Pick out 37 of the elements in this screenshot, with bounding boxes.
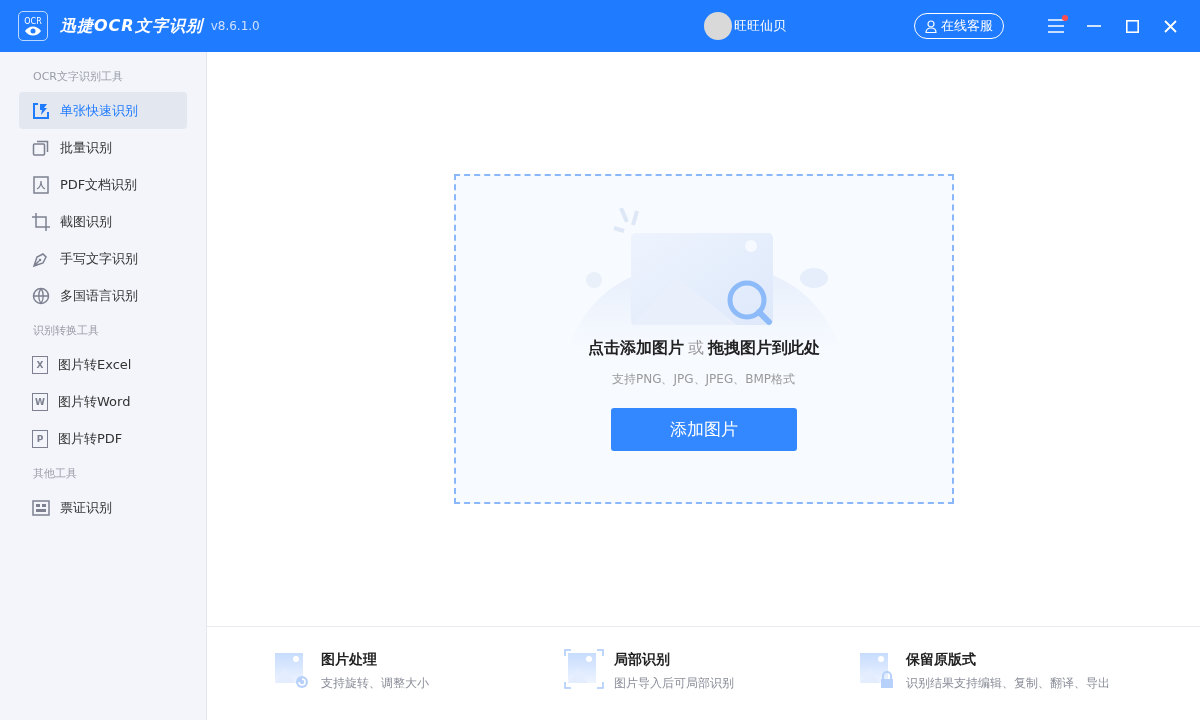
feature-title: 局部识别 bbox=[614, 651, 671, 669]
sidebar-item[interactable]: 批量识别 bbox=[19, 129, 187, 166]
image-select-icon bbox=[564, 649, 604, 689]
file-letter-icon: W bbox=[32, 392, 48, 411]
crop-icon bbox=[32, 212, 50, 231]
section-heading: OCR文字识别工具 bbox=[32, 69, 124, 85]
section-heading: 识别转换工具 bbox=[32, 323, 100, 339]
drop-zone[interactable]: 点击添加图片 或 拖拽图片到此处 支持PNG、JPG、JPEG、BMP格式 添加图片 bbox=[453, 174, 954, 504]
app-logo: OCR bbox=[18, 11, 48, 41]
feature-description: 识别结果支持编辑、复制、翻译、导出 bbox=[906, 675, 1110, 692]
feature-title: 保留原版式 bbox=[906, 651, 977, 669]
image-frame-icon bbox=[32, 101, 50, 120]
feature-description: 图片导入后可局部识别 bbox=[614, 675, 734, 692]
globe-icon bbox=[32, 286, 50, 305]
sidebar-item[interactable]: P 图片转PDF bbox=[19, 420, 187, 457]
sidebar-item[interactable]: W 图片转Word bbox=[19, 383, 187, 420]
person-icon bbox=[925, 19, 937, 33]
feature-title: 图片处理 bbox=[321, 651, 378, 669]
sidebar-item[interactable]: 手写文字识别 bbox=[19, 240, 187, 277]
sidebar-item[interactable]: 截图识别 bbox=[19, 203, 187, 240]
file-letter-icon: X bbox=[32, 355, 48, 374]
supported-formats: 支持PNG、JPG、JPEG、BMP格式 bbox=[611, 371, 796, 388]
sidebar-item[interactable]: PDF文档识别 bbox=[19, 166, 187, 203]
feature-description: 支持旋转、调整大小 bbox=[321, 675, 429, 692]
file-letter-icon: P bbox=[32, 429, 48, 448]
app-title: 迅捷OCR文字识别 bbox=[60, 15, 203, 37]
sidebar-item[interactable]: X 图片转Excel bbox=[19, 346, 187, 383]
user-avatar[interactable] bbox=[704, 12, 732, 40]
user-name[interactable]: 旺旺仙贝 bbox=[734, 17, 786, 35]
stacked-pages-icon bbox=[32, 138, 50, 157]
version-label: v8.6.1.0 bbox=[210, 19, 260, 33]
section-heading: 其他工具 bbox=[32, 466, 78, 482]
id-card-icon bbox=[32, 498, 50, 517]
pdf-file-icon bbox=[32, 175, 50, 194]
drop-instruction: 点击添加图片 或 拖拽图片到此处 bbox=[587, 338, 820, 359]
sidebar-item[interactable]: 多国语言识别 bbox=[19, 277, 187, 314]
sidebar-item[interactable]: 票证识别 bbox=[19, 489, 187, 526]
